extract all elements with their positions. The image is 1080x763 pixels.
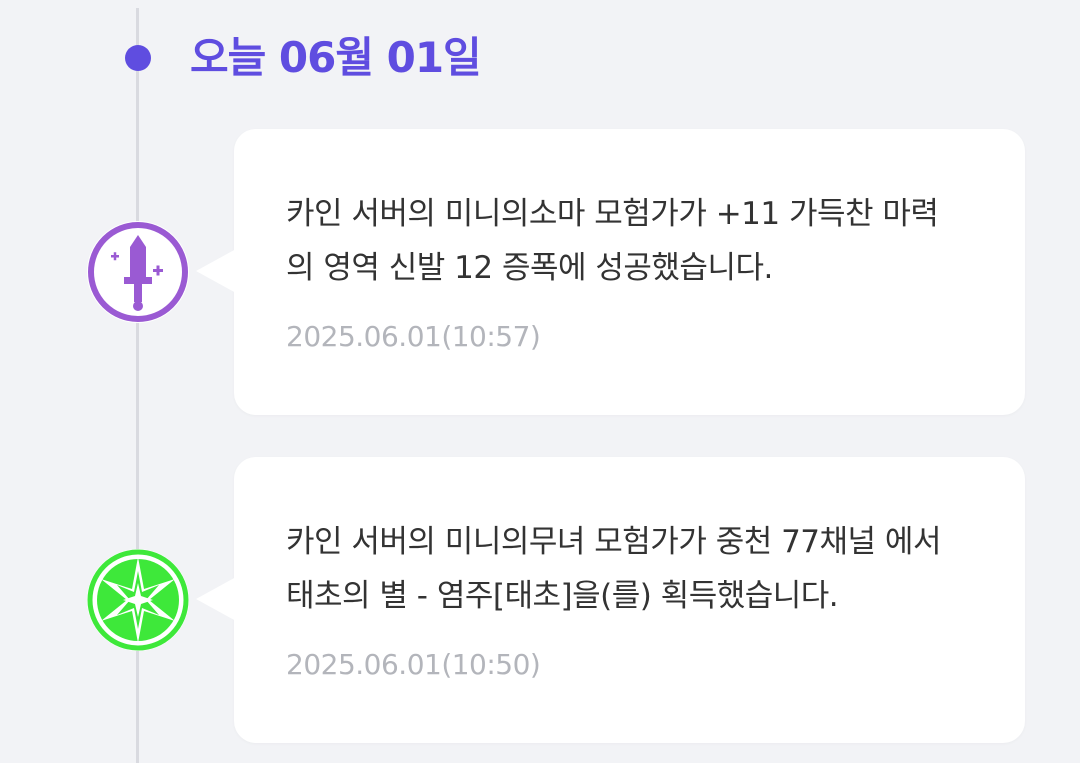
event-message: 카인 서버의 미니의무녀 모험가가 중천 77채널 에서 태초의 별 - 염주[… xyxy=(286,524,941,614)
green-star-burst-icon xyxy=(83,545,193,655)
date-dot xyxy=(125,45,151,71)
event-card: 카인 서버의 미니의소마 모험가가 +11 가득찬 마력의 영역 신발 12 증… xyxy=(196,129,1025,415)
date-header: 오늘 06월 01일 xyxy=(190,33,482,82)
event-timestamp: 2025.06.01(10:50) xyxy=(286,648,541,681)
event-card: 카인 서버의 미니의무녀 모험가가 중천 77채널 에서 태초의 별 - 염주[… xyxy=(196,457,1025,743)
event-timestamp: 2025.06.01(10:57) xyxy=(286,320,541,353)
event-message: 카인 서버의 미니의소마 모험가가 +11 가득찬 마력의 영역 신발 12 증… xyxy=(286,196,939,286)
purple-sword-icon xyxy=(83,217,193,327)
